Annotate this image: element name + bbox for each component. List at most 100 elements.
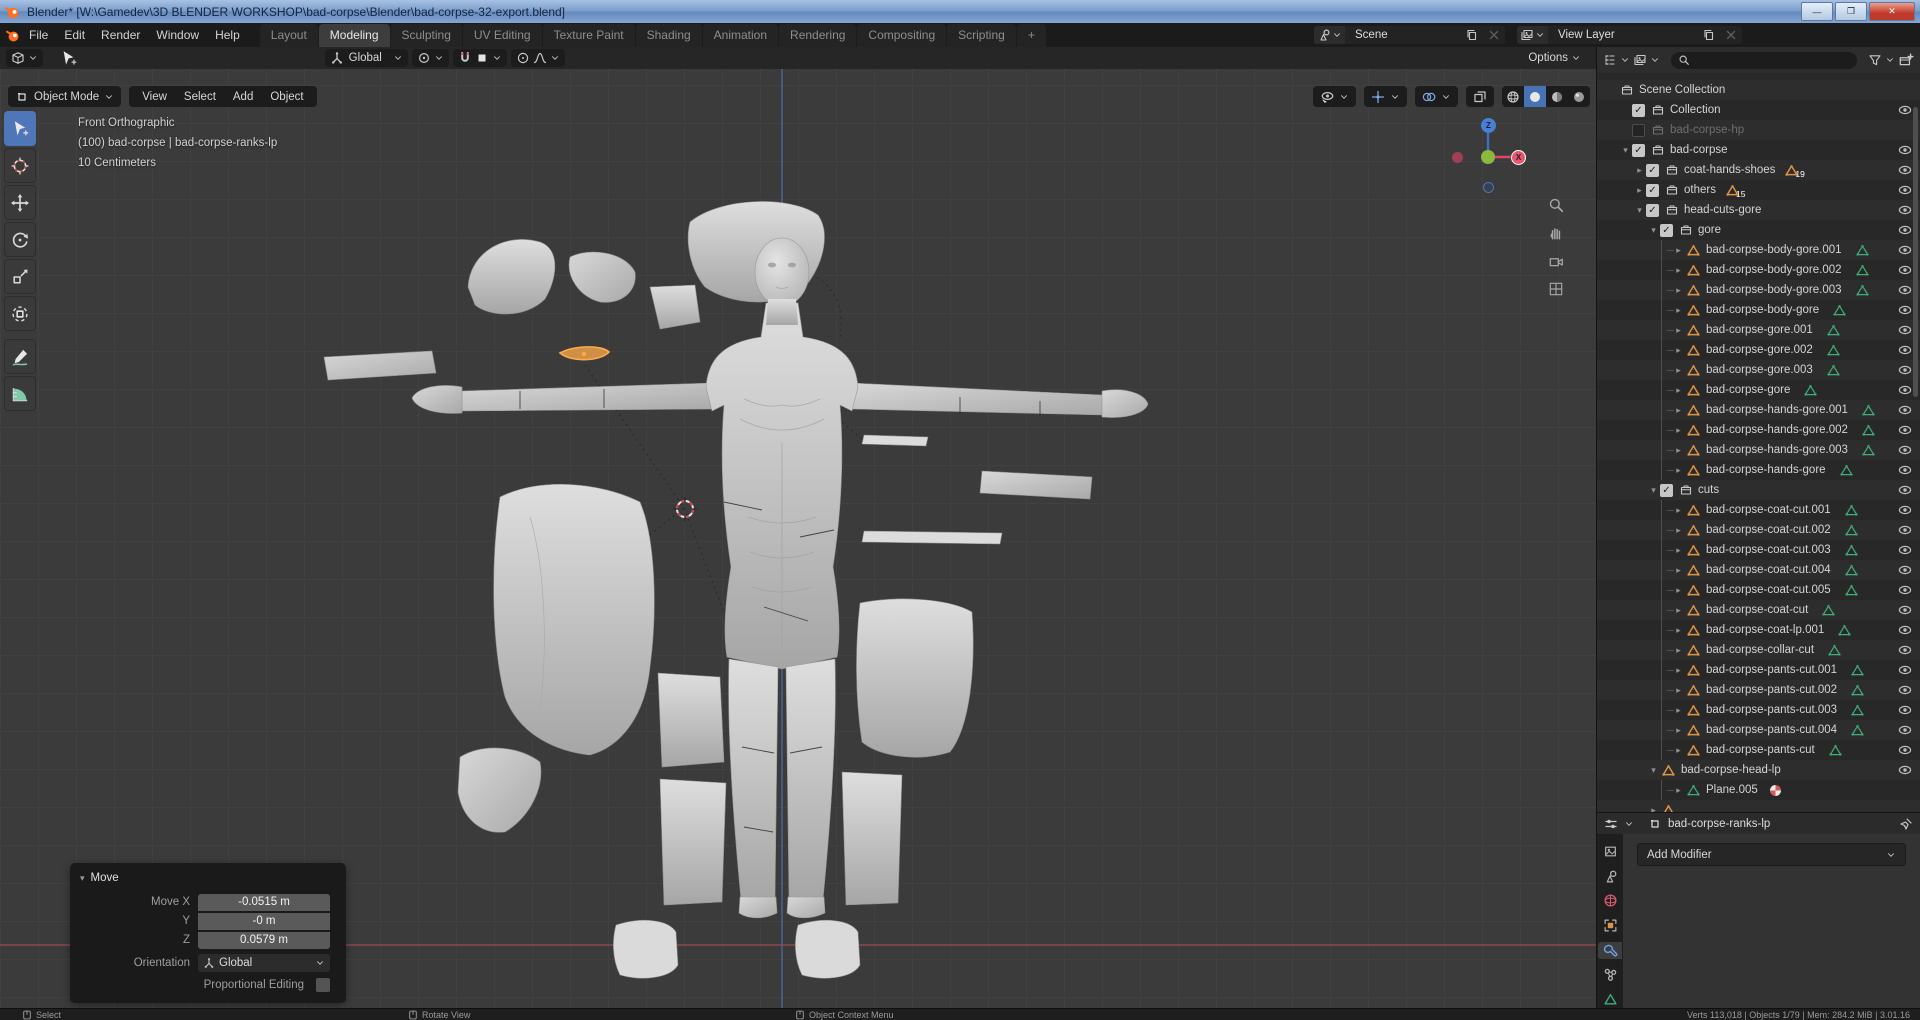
viewport-menu-select[interactable]: Select — [178, 91, 222, 103]
xray-toggle[interactable] — [1466, 86, 1494, 107]
navigation-gizmo[interactable]: Z X — [1442, 111, 1534, 203]
move-z-field[interactable]: 0.0579 m — [198, 931, 330, 949]
tool-move-button[interactable] — [4, 185, 36, 220]
outliner-item-label[interactable]: bad-corpse-pants-cut.002 — [1706, 684, 1837, 696]
expand-arrow-icon[interactable]: ▸ — [1672, 445, 1685, 456]
gizmos-dropdown[interactable] — [1364, 86, 1407, 107]
outliner-item-label[interactable]: bad-corpse-coat-cut.005 — [1706, 584, 1831, 596]
expand-arrow-icon[interactable]: ▾ — [1647, 485, 1660, 496]
overlays-dropdown[interactable] — [1415, 86, 1458, 107]
proportional-editing-checkbox[interactable] — [316, 978, 330, 992]
outliner-row[interactable]: ▾ bad-corpse-head-lp — [1597, 760, 1920, 780]
outliner-row[interactable]: ▸ ✓ others 15 — [1597, 180, 1920, 200]
active-tool-indicator[interactable] — [55, 49, 82, 67]
expand-arrow-icon[interactable]: ▸ — [1672, 505, 1685, 516]
hide-in-viewport-eye-icon[interactable] — [1898, 743, 1912, 757]
tab-modeling[interactable]: Modeling — [318, 24, 390, 47]
hide-in-viewport-eye-icon[interactable] — [1898, 303, 1912, 317]
hide-in-viewport-eye-icon[interactable] — [1898, 283, 1912, 297]
expand-arrow-icon[interactable]: ▸ — [1672, 605, 1685, 616]
proportional-editing-controls[interactable] — [510, 49, 565, 67]
outliner-item-label[interactable]: bad-corpse-pants-cut.004 — [1706, 724, 1837, 736]
outliner-scrollbar[interactable] — [1913, 107, 1918, 397]
collection-checkbox[interactable]: ✓ — [1646, 203, 1659, 217]
outliner-item-label[interactable]: Plane.005 — [1706, 784, 1758, 796]
outliner-item-label[interactable]: head-cuts-gore — [1684, 204, 1761, 216]
expand-arrow-icon[interactable]: ▸ — [1672, 305, 1685, 316]
material-shading-button[interactable] — [1546, 86, 1568, 107]
model-pieces-back[interactable] — [323, 201, 1093, 545]
outliner-row[interactable]: ▸ bad-corpse-gore.003 — [1597, 360, 1920, 380]
outliner-row[interactable]: ▸ bad-corpse-pants-cut.003 — [1597, 700, 1920, 720]
tab-compositing[interactable]: Compositing — [857, 24, 947, 47]
viewport-menu-view[interactable]: View — [136, 91, 173, 103]
pin-icon[interactable] — [1899, 817, 1913, 831]
expand-arrow-icon[interactable]: ▸ — [1672, 725, 1685, 736]
view-layer-name[interactable]: View Layer — [1548, 29, 1698, 41]
outliner-row[interactable]: ▸ bad-corpse-pants-cut.004 — [1597, 720, 1920, 740]
outliner-item-label[interactable]: bad-corpse-pants-cut.003 — [1706, 704, 1837, 716]
outliner-row[interactable]: ▾ ✓ head-cuts-gore — [1597, 200, 1920, 220]
outliner-row[interactable]: ▸ bad-corpse-pants-cut — [1597, 740, 1920, 760]
hide-in-viewport-eye-icon[interactable] — [1898, 643, 1912, 657]
add-workspace-button[interactable]: + — [1016, 23, 1046, 47]
outliner-item-label[interactable]: bad-corpse-coat-cut — [1706, 604, 1808, 616]
expand-arrow-icon[interactable]: ▸ — [1672, 705, 1685, 716]
expand-arrow-icon[interactable]: ▸ — [1672, 385, 1685, 396]
outliner-row[interactable]: ▸ bad-corpse-gore.001 — [1597, 320, 1920, 340]
tool-scale-button[interactable] — [4, 259, 36, 294]
outliner-row[interactable]: ▸ bad-corpse-collar-cut — [1597, 640, 1920, 660]
view-layer-selector[interactable]: View Layer — [1517, 26, 1742, 44]
close-button[interactable]: ✕ — [1869, 2, 1915, 21]
outliner-item-label[interactable]: bad-corpse-coat-cut.001 — [1706, 504, 1831, 516]
minimize-button[interactable]: — — [1801, 2, 1833, 21]
move-y-field[interactable]: -0 m — [198, 912, 330, 930]
expand-arrow-icon[interactable]: ▸ — [1672, 465, 1685, 476]
expand-arrow-icon[interactable]: ▸ — [1647, 805, 1660, 813]
tab-rendering[interactable]: Rendering — [779, 24, 857, 47]
hide-in-viewport-eye-icon[interactable] — [1898, 483, 1912, 497]
expand-arrow-icon[interactable]: ▸ — [1672, 245, 1685, 256]
properties-tab-modifiers[interactable] — [1598, 941, 1622, 959]
zoom-view-icon[interactable] — [1548, 197, 1564, 213]
hide-in-viewport-eye-icon[interactable] — [1898, 543, 1912, 557]
pan-view-icon[interactable] — [1548, 225, 1564, 241]
outliner-row[interactable]: ▾ ✓ cuts — [1597, 480, 1920, 500]
outliner-item-label[interactable]: bad-corpse-body-gore.003 — [1706, 284, 1842, 296]
outliner-row[interactable]: ▸ bad-corpse-coat-cut.005 — [1597, 580, 1920, 600]
outliner-item-label[interactable]: Collection — [1670, 104, 1721, 116]
collection-checkbox[interactable]: ✓ — [1646, 163, 1659, 177]
transform-orientation-dropdown[interactable]: Global — [324, 49, 408, 67]
outliner-row[interactable]: ▸ bad-corpse-pants-cut.002 — [1597, 680, 1920, 700]
chevron-down-icon[interactable] — [1885, 55, 1895, 65]
menu-edit[interactable]: Edit — [56, 26, 93, 44]
hide-in-viewport-eye-icon[interactable] — [1898, 183, 1912, 197]
hide-in-viewport-eye-icon[interactable] — [1898, 223, 1912, 237]
hide-in-viewport-eye-icon[interactable] — [1898, 763, 1912, 777]
tool-cursor-button[interactable] — [4, 148, 36, 183]
collection-checkbox[interactable]: ✓ — [1660, 483, 1673, 497]
hide-in-viewport-eye-icon[interactable] — [1898, 723, 1912, 737]
outliner-row[interactable]: ▸ bad-corpse-hands-gore.001 — [1597, 400, 1920, 420]
tab-layout[interactable]: Layout — [259, 24, 318, 47]
outliner-row[interactable]: bad-corpse-hp — [1597, 120, 1920, 140]
hide-in-viewport-eye-icon[interactable] — [1898, 703, 1912, 717]
tool-annotate-button[interactable] — [4, 339, 36, 374]
viewport-menu-add[interactable]: Add — [227, 91, 259, 103]
hide-in-viewport-eye-icon[interactable] — [1898, 403, 1912, 417]
snapping-controls[interactable] — [452, 49, 507, 67]
new-scene-button[interactable] — [1461, 26, 1483, 44]
tool-measure-button[interactable] — [4, 376, 36, 411]
hide-in-viewport-eye-icon[interactable] — [1898, 503, 1912, 517]
hide-in-viewport-eye-icon[interactable] — [1898, 523, 1912, 537]
outliner-row[interactable]: ▸ ✓ coat-hands-shoes 19 — [1597, 160, 1920, 180]
hide-in-viewport-eye-icon[interactable] — [1898, 343, 1912, 357]
model-pieces-front[interactable] — [457, 484, 974, 979]
axis-x-handle[interactable]: X — [1511, 150, 1526, 165]
outliner-editor-icon[interactable] — [1603, 53, 1617, 67]
window-titlebar[interactable]: Blender* [W:\Gamedev\3D BLENDER WORKSHOP… — [0, 0, 1920, 23]
collection-checkbox[interactable]: ✓ — [1646, 183, 1659, 197]
hide-in-viewport-eye-icon[interactable] — [1898, 163, 1912, 177]
expand-arrow-icon[interactable]: ▸ — [1672, 625, 1685, 636]
outliner-row[interactable]: ▸ bad-corpse-hands-gore.003 — [1597, 440, 1920, 460]
